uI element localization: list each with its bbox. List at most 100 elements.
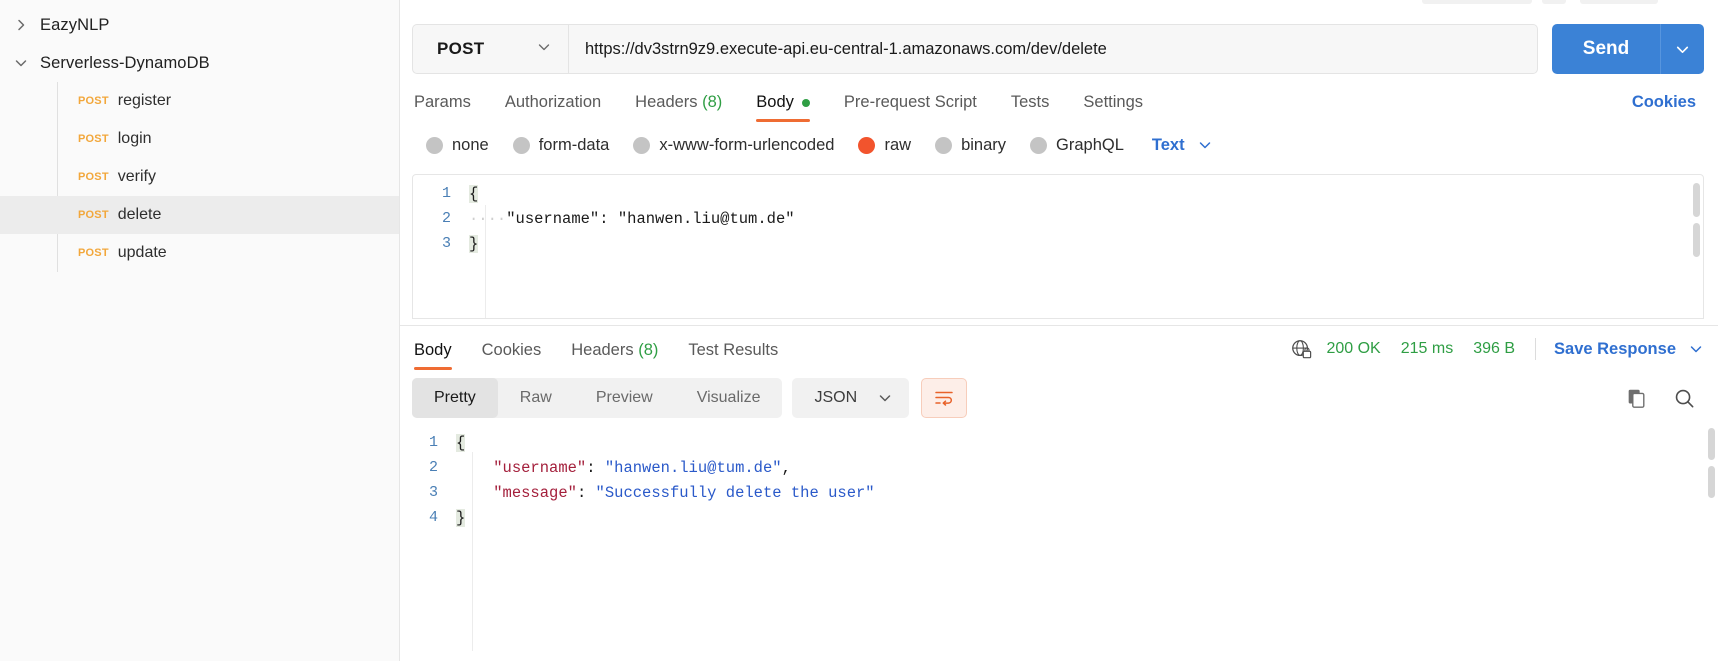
save-response-button[interactable]: Save Response <box>1554 340 1704 359</box>
response-scrollbar-thumb-2[interactable] <box>1708 466 1715 498</box>
line-number: 3 <box>428 484 438 501</box>
chevron-down-icon <box>877 390 893 406</box>
body-type-form-data[interactable]: form-data <box>512 136 609 155</box>
response-tab-headers[interactable]: Headers (8) <box>571 341 658 370</box>
response-tab-cookies[interactable]: Cookies <box>482 341 542 370</box>
code-token: "hanwen.liu@tum.de" <box>604 458 782 477</box>
response-tab-label: Body <box>414 341 452 359</box>
send-options-button[interactable] <box>1660 24 1704 74</box>
tab-settings[interactable]: Settings <box>1083 93 1143 122</box>
code-line: 2 ····"username": "hanwen.liu@tum.de" <box>413 206 1703 231</box>
request-method-label: POST <box>78 209 109 221</box>
tab-headers[interactable]: Headers (8) <box>635 93 722 122</box>
indent-guide <box>472 452 473 651</box>
raw-format-label: Text <box>1151 135 1185 154</box>
body-type-label: x-www-form-urlencoded <box>659 135 835 154</box>
tab-params[interactable]: Params <box>414 93 471 122</box>
wrap-lines-button[interactable] <box>921 378 968 418</box>
radio-icon <box>935 136 953 154</box>
editor-scrollbar-thumb-1[interactable] <box>1693 183 1700 217</box>
sidebar-collection-eazynlp[interactable]: EazyNLP <box>0 6 399 44</box>
response-size: 396 B <box>1473 340 1516 357</box>
code-text: } <box>469 234 479 253</box>
radio-icon <box>858 136 876 154</box>
radio-icon <box>633 136 651 154</box>
line-number: 3 <box>441 235 451 252</box>
response-tool-icons <box>1608 378 1704 418</box>
tab-label: Pre-request Script <box>843 93 977 111</box>
response-body-viewer[interactable]: 1{2 "username": "hanwen.liu@tum.de", 3 "m… <box>400 422 1718 661</box>
sidebar-item-update[interactable]: POST update <box>0 234 399 272</box>
code-token: } <box>456 508 466 527</box>
search-icon[interactable] <box>1664 378 1704 418</box>
tab-tests[interactable]: Tests <box>1011 93 1050 122</box>
response-tabs: Body Cookies Headers (8) Test Results 200 O… <box>400 326 1718 370</box>
view-mode-preview[interactable]: Preview <box>574 378 675 418</box>
divider <box>1535 338 1537 360</box>
request-list: POST register POST login POST verify POST delet… <box>0 82 399 272</box>
code-content: "username": "hanwen.liu@tum.de" <box>506 209 795 228</box>
code-text: "username": "hanwen.liu@tum.de", <box>456 459 791 477</box>
raw-format-selector[interactable]: Text <box>1152 136 1213 155</box>
request-name-label: verify <box>117 168 156 185</box>
sidebar-collection-serverless-dynamodb[interactable]: Serverless-DynamoDB <box>0 44 399 82</box>
response-view-modes: Pretty Raw Preview Visualize <box>412 378 783 418</box>
method-selector[interactable]: POST <box>412 24 568 74</box>
cookies-link[interactable]: Cookies <box>1632 93 1696 122</box>
chevron-right-icon <box>10 14 32 36</box>
response-tab-body[interactable]: Body <box>414 341 452 370</box>
body-type-none[interactable]: none <box>426 136 489 155</box>
code-token: : <box>586 458 605 477</box>
sidebar-item-delete[interactable]: POST delete <box>0 196 399 234</box>
tab-count: (8) <box>697 93 723 111</box>
tab-label: Body <box>756 93 794 111</box>
response-tab-test-results[interactable]: Test Results <box>688 341 778 370</box>
code-content: } <box>469 234 479 253</box>
url-input[interactable]: https://dv3strn9z9.execute-api.eu-centra… <box>568 24 1538 74</box>
body-type-label: GraphQL <box>1056 135 1124 154</box>
url-bar: POST https://dv3strn9z9.execute-api.eu-c… <box>400 18 1718 80</box>
body-type-binary[interactable]: binary <box>935 136 1006 155</box>
code-line: 2 "username": "hanwen.liu@tum.de", <box>400 455 1718 480</box>
view-mode-visualize[interactable]: Visualize <box>675 378 783 418</box>
response-scrollbar-thumb-1[interactable] <box>1708 428 1715 460</box>
code-text: { <box>469 184 479 203</box>
sidebar-item-register[interactable]: POST register <box>0 82 399 120</box>
unsaved-dot-icon <box>801 98 810 107</box>
view-mode-pretty[interactable]: Pretty <box>412 378 498 418</box>
tabbar-placeholder-1 <box>1422 0 1532 4</box>
view-mode-raw[interactable]: Raw <box>498 378 574 418</box>
line-number: 2 <box>428 459 438 476</box>
request-name-label: update <box>117 244 167 261</box>
main-panel: POST https://dv3strn9z9.execute-api.eu-c… <box>400 0 1718 661</box>
tab-pre-request-script[interactable]: Pre-request Script <box>844 93 977 122</box>
code-content: { <box>469 184 479 203</box>
sidebar-item-login[interactable]: POST login <box>0 120 399 158</box>
code-token: { <box>456 433 466 452</box>
send-button[interactable]: Send <box>1552 24 1660 74</box>
body-type-label: binary <box>961 135 1007 154</box>
request-method-label: POST <box>78 247 109 259</box>
body-type-raw[interactable]: raw <box>858 136 911 155</box>
tab-authorization[interactable]: Authorization <box>505 93 601 122</box>
indent-guide <box>485 205 486 318</box>
save-response-label: Save Response <box>1554 339 1676 358</box>
request-body-editor[interactable]: 1{2 ····"username": "hanwen.liu@tum.de" 3} <box>412 174 1704 319</box>
request-name-label: login <box>117 130 152 147</box>
code-token: , <box>781 458 791 477</box>
copy-icon[interactable] <box>1616 378 1656 418</box>
body-type-label: none <box>452 135 489 154</box>
body-type-GraphQL[interactable]: GraphQL <box>1030 136 1124 155</box>
response-time: 215 ms <box>1400 340 1454 357</box>
request-method-label: POST <box>78 133 109 145</box>
tab-body[interactable]: Body <box>756 93 810 122</box>
editor-scrollbar-thumb-2[interactable] <box>1693 223 1700 257</box>
code-line: 3} <box>413 231 1703 256</box>
code-line: 1{ <box>413 181 1703 206</box>
response-format-selector[interactable]: JSON <box>792 378 910 418</box>
tab-label: Authorization <box>504 93 602 111</box>
body-type-x-www-form-urlencoded[interactable]: x-www-form-urlencoded <box>633 136 834 155</box>
sidebar-item-verify[interactable]: POST verify <box>0 158 399 196</box>
